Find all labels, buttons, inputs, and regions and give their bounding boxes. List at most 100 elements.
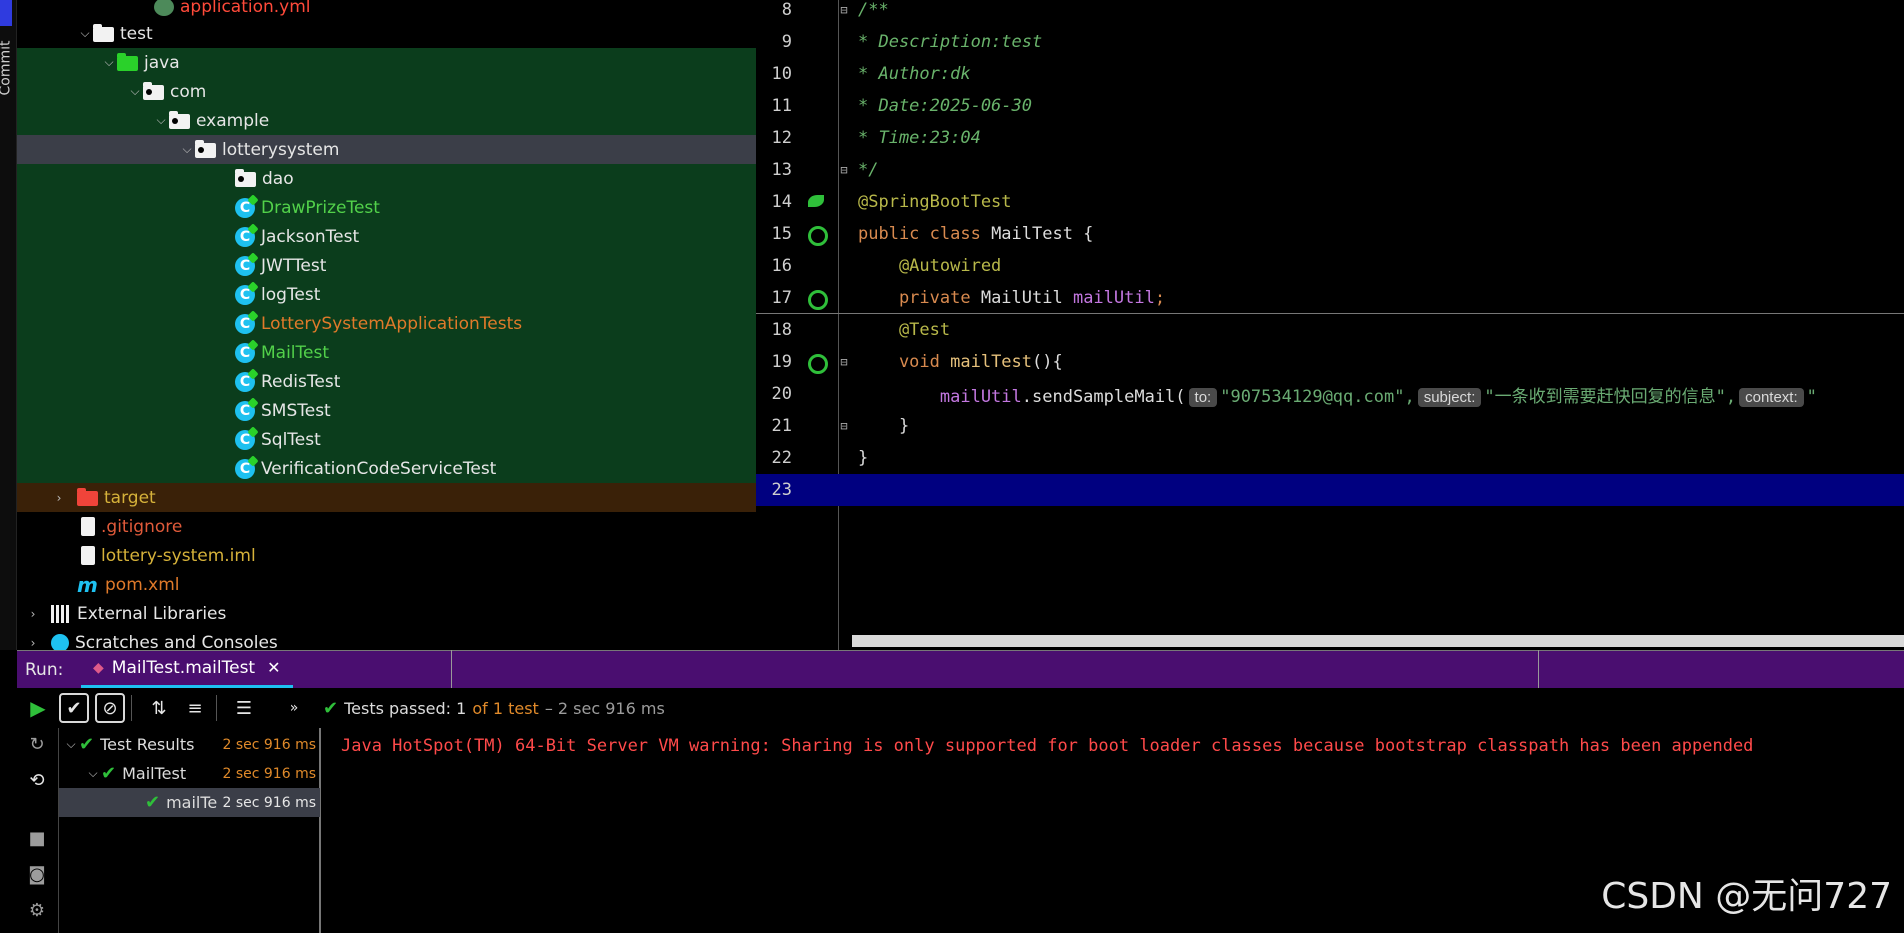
rerun-icon[interactable]: ▶	[23, 693, 53, 723]
code-line[interactable]: 13 ⊟ */	[756, 154, 1904, 186]
param-hint-context: context:	[1739, 387, 1804, 407]
code-line[interactable]: 12 * Time:23:04	[756, 122, 1904, 154]
console-output[interactable]: Java HotSpot(TM) 64-Bit Server VM warnin…	[323, 728, 1904, 933]
toggle-auto-test-icon[interactable]: ⟲	[27, 770, 47, 791]
code-line[interactable]: 19 ⊟ void mailTest(){	[756, 346, 1904, 378]
code-line[interactable]: 17 private MailUtil mailUtil;	[756, 282, 1904, 314]
tree-item-mailtest[interactable]: C MailTest	[17, 338, 756, 367]
test-row-mailtest-method[interactable]: ✔ mailTe 2 sec 916 ms	[59, 788, 320, 817]
excluded-folder-icon	[77, 488, 98, 506]
chevron-down-icon[interactable]: ⌵	[127, 84, 143, 99]
code-line[interactable]: 16 @Autowired	[756, 250, 1904, 282]
line-number: 22	[771, 448, 792, 468]
tree-item-example[interactable]: ⌵ example	[17, 106, 756, 135]
sort-alphabetically-icon[interactable]: ⇅	[144, 693, 174, 723]
chevron-right-icon[interactable]: ›	[25, 607, 41, 621]
passed-check-icon: ✔	[79, 734, 95, 755]
tree-item-pom-xml[interactable]: m pom.xml	[17, 570, 756, 599]
tree-item-application-yml[interactable]: application.yml	[17, 0, 756, 21]
file-icon	[81, 546, 95, 565]
fold-icon[interactable]: ⊟	[834, 163, 854, 177]
test-status: ✔ Tests passed: 1 of 1 test – 2 sec 916 …	[323, 697, 665, 719]
tree-item-verificationcodeservicetest[interactable]: C VerificationCodeServiceTest	[17, 454, 756, 483]
maven-icon: m	[77, 572, 98, 597]
tree-item-target[interactable]: › target	[17, 483, 756, 512]
code-line[interactable]: 18 @Test	[756, 314, 1904, 346]
project-tool-marker[interactable]	[0, 0, 12, 26]
chevron-down-icon[interactable]: ⌵	[179, 142, 195, 157]
chevron-right-icon[interactable]: ›	[51, 491, 67, 505]
code-line[interactable]: 21 ⊟ }	[756, 410, 1904, 442]
run-test-icon[interactable]	[798, 352, 834, 374]
project-tree: application.yml ⌵ test ⌵ java ⌵ com ⌵ ex…	[17, 0, 756, 650]
tree-item-sqltest[interactable]: C SqlTest	[17, 425, 756, 454]
test-class-icon: C	[235, 255, 255, 276]
tree-item-smstest[interactable]: C SMSTest	[17, 396, 756, 425]
run-tab-mailtest[interactable]: ◆ MailTest.mailTest ✕	[81, 651, 293, 689]
tree-item-logtest[interactable]: C logTest	[17, 280, 756, 309]
spring-bean-icon[interactable]	[798, 192, 834, 212]
tree-item-test[interactable]: ⌵ test	[17, 19, 756, 48]
code-line[interactable]: 14 @SpringBootTest	[756, 186, 1904, 218]
code-line[interactable]: 11 * Date:2025-06-30	[756, 90, 1904, 122]
code-line[interactable]: 8 ⊟ /**	[756, 0, 1904, 26]
show-passed-icon[interactable]: ✔	[59, 693, 89, 723]
settings-icon[interactable]: ⚙	[27, 900, 47, 921]
code-line[interactable]: 22 }	[756, 442, 1904, 474]
code-line-current[interactable]: 23	[756, 474, 1904, 506]
stop-icon[interactable]: ■	[27, 828, 47, 849]
rerun-failed-icon[interactable]: ↻	[27, 734, 47, 755]
fold-icon[interactable]: ⊟	[834, 419, 854, 433]
file-icon	[81, 517, 95, 536]
close-icon[interactable]: ✕	[267, 658, 280, 677]
tree-item-dao[interactable]: dao	[17, 164, 756, 193]
code-line[interactable]: 10 * Author:dk	[756, 58, 1904, 90]
expand-all-icon[interactable]: ☰	[229, 693, 259, 723]
tree-item-lottery-system-iml[interactable]: lottery-system.iml	[17, 541, 756, 570]
code-editor[interactable]: 8 ⊟ /** 9 * Description:test 10 * Author…	[756, 0, 1904, 650]
chevron-down-icon[interactable]: ⌵	[153, 113, 169, 128]
tree-item-com[interactable]: ⌵ com	[17, 77, 756, 106]
editor-horizontal-scrollbar[interactable]	[852, 635, 1904, 647]
tree-item-jwttest[interactable]: C JWTTest	[17, 251, 756, 280]
fold-icon[interactable]: ⊟	[834, 355, 854, 369]
tree-item-redistest[interactable]: C RedisTest	[17, 367, 756, 396]
param-hint-subject: subject:	[1417, 387, 1482, 407]
chevron-down-icon[interactable]: ⌵	[77, 26, 93, 41]
tree-item-java[interactable]: ⌵ java	[17, 48, 756, 77]
tree-item-drawprizetest[interactable]: C DrawPrizeTest	[17, 193, 756, 222]
more-actions-icon[interactable]: »	[279, 693, 309, 723]
tree-item-lotterysystem[interactable]: ⌵ lotterysystem	[17, 135, 756, 164]
fold-icon[interactable]: ⊟	[834, 3, 854, 17]
package-icon	[235, 169, 256, 187]
tree-item-gitignore[interactable]: .gitignore	[17, 512, 756, 541]
chevron-right-icon[interactable]: ›	[25, 636, 41, 650]
commit-tool-tab[interactable]: Commit	[0, 41, 14, 96]
test-row-mailtest[interactable]: ⌵ ✔ MailTest 2 sec 916 ms	[59, 759, 320, 788]
code-line[interactable]: 9 * Description:test	[756, 26, 1904, 58]
test-class-icon: C	[235, 226, 255, 247]
camera-icon[interactable]: ◙	[27, 864, 47, 885]
chevron-down-icon[interactable]: ⌵	[63, 737, 79, 752]
tree-item-jacksontest[interactable]: C JacksonTest	[17, 222, 756, 251]
line-number: 14	[771, 192, 792, 212]
run-test-icon[interactable]	[798, 224, 834, 246]
test-row-results[interactable]: ⌵ ✔ Test Results 2 sec 916 ms	[59, 730, 320, 759]
test-class-icon: C	[235, 342, 255, 363]
chevron-down-icon[interactable]: ⌵	[85, 766, 101, 781]
line-number: 18	[771, 320, 792, 340]
tree-item-external-libraries[interactable]: › External Libraries	[17, 599, 756, 628]
test-class-icon: C	[235, 371, 255, 392]
tree-item-scratches[interactable]: › Scratches and Consoles	[17, 628, 756, 650]
param-hint-to: to:	[1188, 387, 1218, 407]
autowired-bean-icon[interactable]	[798, 288, 834, 310]
sort-by-duration-icon[interactable]: ≡	[180, 693, 210, 723]
show-ignored-icon[interactable]: ⊘	[95, 693, 125, 723]
left-tool-strip: Commit	[0, 0, 17, 650]
code-line[interactable]: 15 public class MailTest {	[756, 218, 1904, 250]
tree-item-lotterysystemapplicationtests[interactable]: C LotterySystemApplicationTests	[17, 309, 756, 338]
line-number: 10	[771, 64, 792, 84]
code-line[interactable]: 20 mailUtil.sendSampleMail(to: "907534129…	[756, 378, 1904, 410]
test-results-tree: ⌵ ✔ Test Results 2 sec 916 ms ⌵ ✔ MailTe…	[58, 728, 321, 933]
chevron-down-icon[interactable]: ⌵	[101, 55, 117, 70]
